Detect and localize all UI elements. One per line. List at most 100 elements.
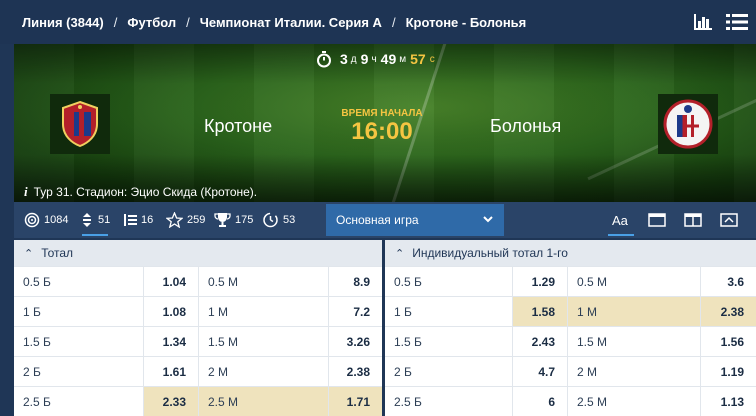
tab-main-count: 51 (98, 214, 111, 226)
odds-row: 2 Б 1.61 2 М 2.38 (14, 356, 382, 386)
under-label[interactable]: 1 М (568, 297, 701, 326)
chevron-down-icon (483, 216, 493, 223)
countdown-hours-unit: ч (371, 53, 377, 65)
market-individual-total-header[interactable]: ⌃ Индивидуальный тотал 1-го (385, 240, 756, 266)
market-tabs: 1084 51 16 259 175 53 Основная игра Aa (14, 202, 756, 238)
tab-time[interactable]: 53 (262, 202, 295, 238)
over-label[interactable]: 1.5 Б (14, 327, 144, 356)
market-individual-total: ⌃ Индивидуальный тотал 1-го 0.5 Б 1.29 0.5… (385, 240, 756, 416)
under-label[interactable]: 1.5 М (568, 327, 701, 356)
over-odds-button[interactable]: 6 (513, 387, 568, 416)
under-odds-button[interactable]: 2.38 (701, 297, 756, 326)
under-label[interactable]: 2.5 М (568, 387, 701, 416)
market-total-header[interactable]: ⌃ Тотал (14, 240, 382, 266)
tab-all[interactable]: 1084 (24, 202, 68, 238)
under-label[interactable]: 0.5 М (199, 267, 329, 296)
stopwatch-icon (317, 51, 331, 68)
odds-row: 1 Б 1.58 1 М 2.38 (385, 296, 756, 326)
countdown-days: 3 (340, 51, 348, 67)
tab-favorites[interactable]: 259 (166, 202, 205, 238)
stats-icon[interactable] (688, 7, 718, 37)
under-odds-button[interactable]: 1.13 (701, 387, 756, 416)
clock-icon (263, 212, 278, 228)
breadcrumb-separator: / (186, 14, 190, 30)
away-team-logo (658, 94, 718, 154)
list-icon (124, 214, 137, 226)
over-label[interactable]: 2.5 Б (14, 387, 144, 416)
target-icon (24, 212, 40, 228)
over-label[interactable]: 2 Б (385, 357, 513, 386)
chevron-up-icon: ⌃ (24, 247, 34, 260)
market-group-value: Основная игра (336, 213, 419, 227)
match-info: i Тур 31. Стадион: Эцио Скида (Кротоне). (24, 184, 257, 200)
market-individual-total-title: Индивидуальный тотал 1-го (412, 246, 568, 260)
match-info-text: Тур 31. Стадион: Эцио Скида (Кротоне). (33, 185, 258, 199)
over-label[interactable]: 1 Б (385, 297, 513, 326)
over-label[interactable]: 1.5 Б (385, 327, 513, 356)
market-total: ⌃ Тотал 0.5 Б 1.04 0.5 М 8.9 1 Б 1.08 1 М 7.2 1.… (14, 240, 382, 416)
over-label[interactable]: 1 Б (14, 297, 144, 326)
market-group-select[interactable]: Основная игра (326, 204, 504, 236)
info-icon: i (24, 184, 28, 199)
under-label[interactable]: 2 М (199, 357, 329, 386)
under-odds-button[interactable]: 1.19 (701, 357, 756, 386)
two-column-button[interactable] (674, 202, 712, 238)
over-odds-button[interactable]: 1.08 (144, 297, 199, 326)
collapse-button[interactable] (710, 202, 748, 238)
two-column-icon (684, 213, 702, 227)
collapse-icon (720, 213, 738, 227)
header-actions (688, 0, 756, 44)
over-label[interactable]: 2.5 Б (385, 387, 513, 416)
over-odds-button[interactable]: 1.29 (513, 267, 568, 296)
away-team-name: Болонья (490, 116, 562, 136)
countdown-hours: 9 (360, 51, 369, 67)
odds-row: 2 Б 4.7 2 М 1.19 (385, 356, 756, 386)
breadcrumb-sport[interactable]: Футбол (127, 15, 176, 30)
under-label[interactable]: 2 М (568, 357, 701, 386)
countdown-minutes: 49 (380, 51, 397, 67)
single-column-button[interactable] (638, 202, 676, 238)
tab-trophy-count: 175 (235, 214, 254, 226)
over-odds-button[interactable]: 2.33 (144, 387, 199, 416)
over-label[interactable]: 0.5 Б (385, 267, 513, 296)
tab-trophy[interactable]: 175 (214, 202, 253, 238)
under-label[interactable]: 2.5 М (199, 387, 329, 416)
chevron-up-icon: ⌃ (395, 247, 405, 260)
over-label[interactable]: 2 Б (14, 357, 144, 386)
start-time: 16:00 (351, 118, 413, 145)
under-label[interactable]: 1 М (199, 297, 329, 326)
under-odds-button[interactable]: 3.26 (329, 327, 382, 356)
over-label[interactable]: 0.5 Б (14, 267, 144, 296)
breadcrumb-separator: / (391, 14, 396, 30)
over-odds-button[interactable]: 1.58 (513, 297, 568, 326)
tab-main[interactable]: 51 (80, 202, 110, 238)
under-odds-button[interactable]: 7.2 (329, 297, 382, 326)
over-odds-button[interactable]: 1.34 (144, 327, 199, 356)
odds-row: 0.5 Б 1.29 0.5 М 3.6 (385, 266, 756, 296)
under-odds-button[interactable]: 8.9 (329, 267, 382, 296)
menu-grid-icon[interactable] (722, 7, 752, 37)
trophy-icon (214, 213, 231, 227)
countdown-timer: 3 д 9 ч 49 м 57 с (316, 50, 435, 68)
breadcrumb-line[interactable]: Линия (3844) (22, 15, 104, 30)
over-odds-button[interactable]: 4.7 (513, 357, 568, 386)
countdown-seconds-unit: с (429, 53, 435, 65)
tab-list[interactable]: 16 (124, 202, 153, 238)
under-odds-button[interactable]: 1.56 (701, 327, 756, 356)
over-odds-button[interactable]: 2.43 (513, 327, 568, 356)
sort-icon (83, 213, 91, 227)
under-odds-button[interactable]: 3.6 (701, 267, 756, 296)
breadcrumb: Линия (3844) / Футбол / Чемпионат Италии… (0, 0, 756, 44)
odds-row: 2.5 Б 6 2.5 М 1.13 (385, 386, 756, 416)
under-label[interactable]: 1.5 М (199, 327, 329, 356)
font-size-button[interactable]: Aa (602, 202, 640, 238)
under-label[interactable]: 0.5 М (568, 267, 701, 296)
over-odds-button[interactable]: 1.61 (144, 357, 199, 386)
countdown-seconds: 57 (410, 51, 426, 67)
odds-row: 0.5 Б 1.04 0.5 М 8.9 (14, 266, 382, 296)
over-odds-button[interactable]: 1.04 (144, 267, 199, 296)
under-odds-button[interactable]: 1.71 (329, 387, 382, 416)
under-odds-button[interactable]: 2.38 (329, 357, 382, 386)
countdown-minutes-unit: м (399, 53, 407, 65)
breadcrumb-league[interactable]: Чемпионат Италии. Серия А (200, 15, 382, 30)
